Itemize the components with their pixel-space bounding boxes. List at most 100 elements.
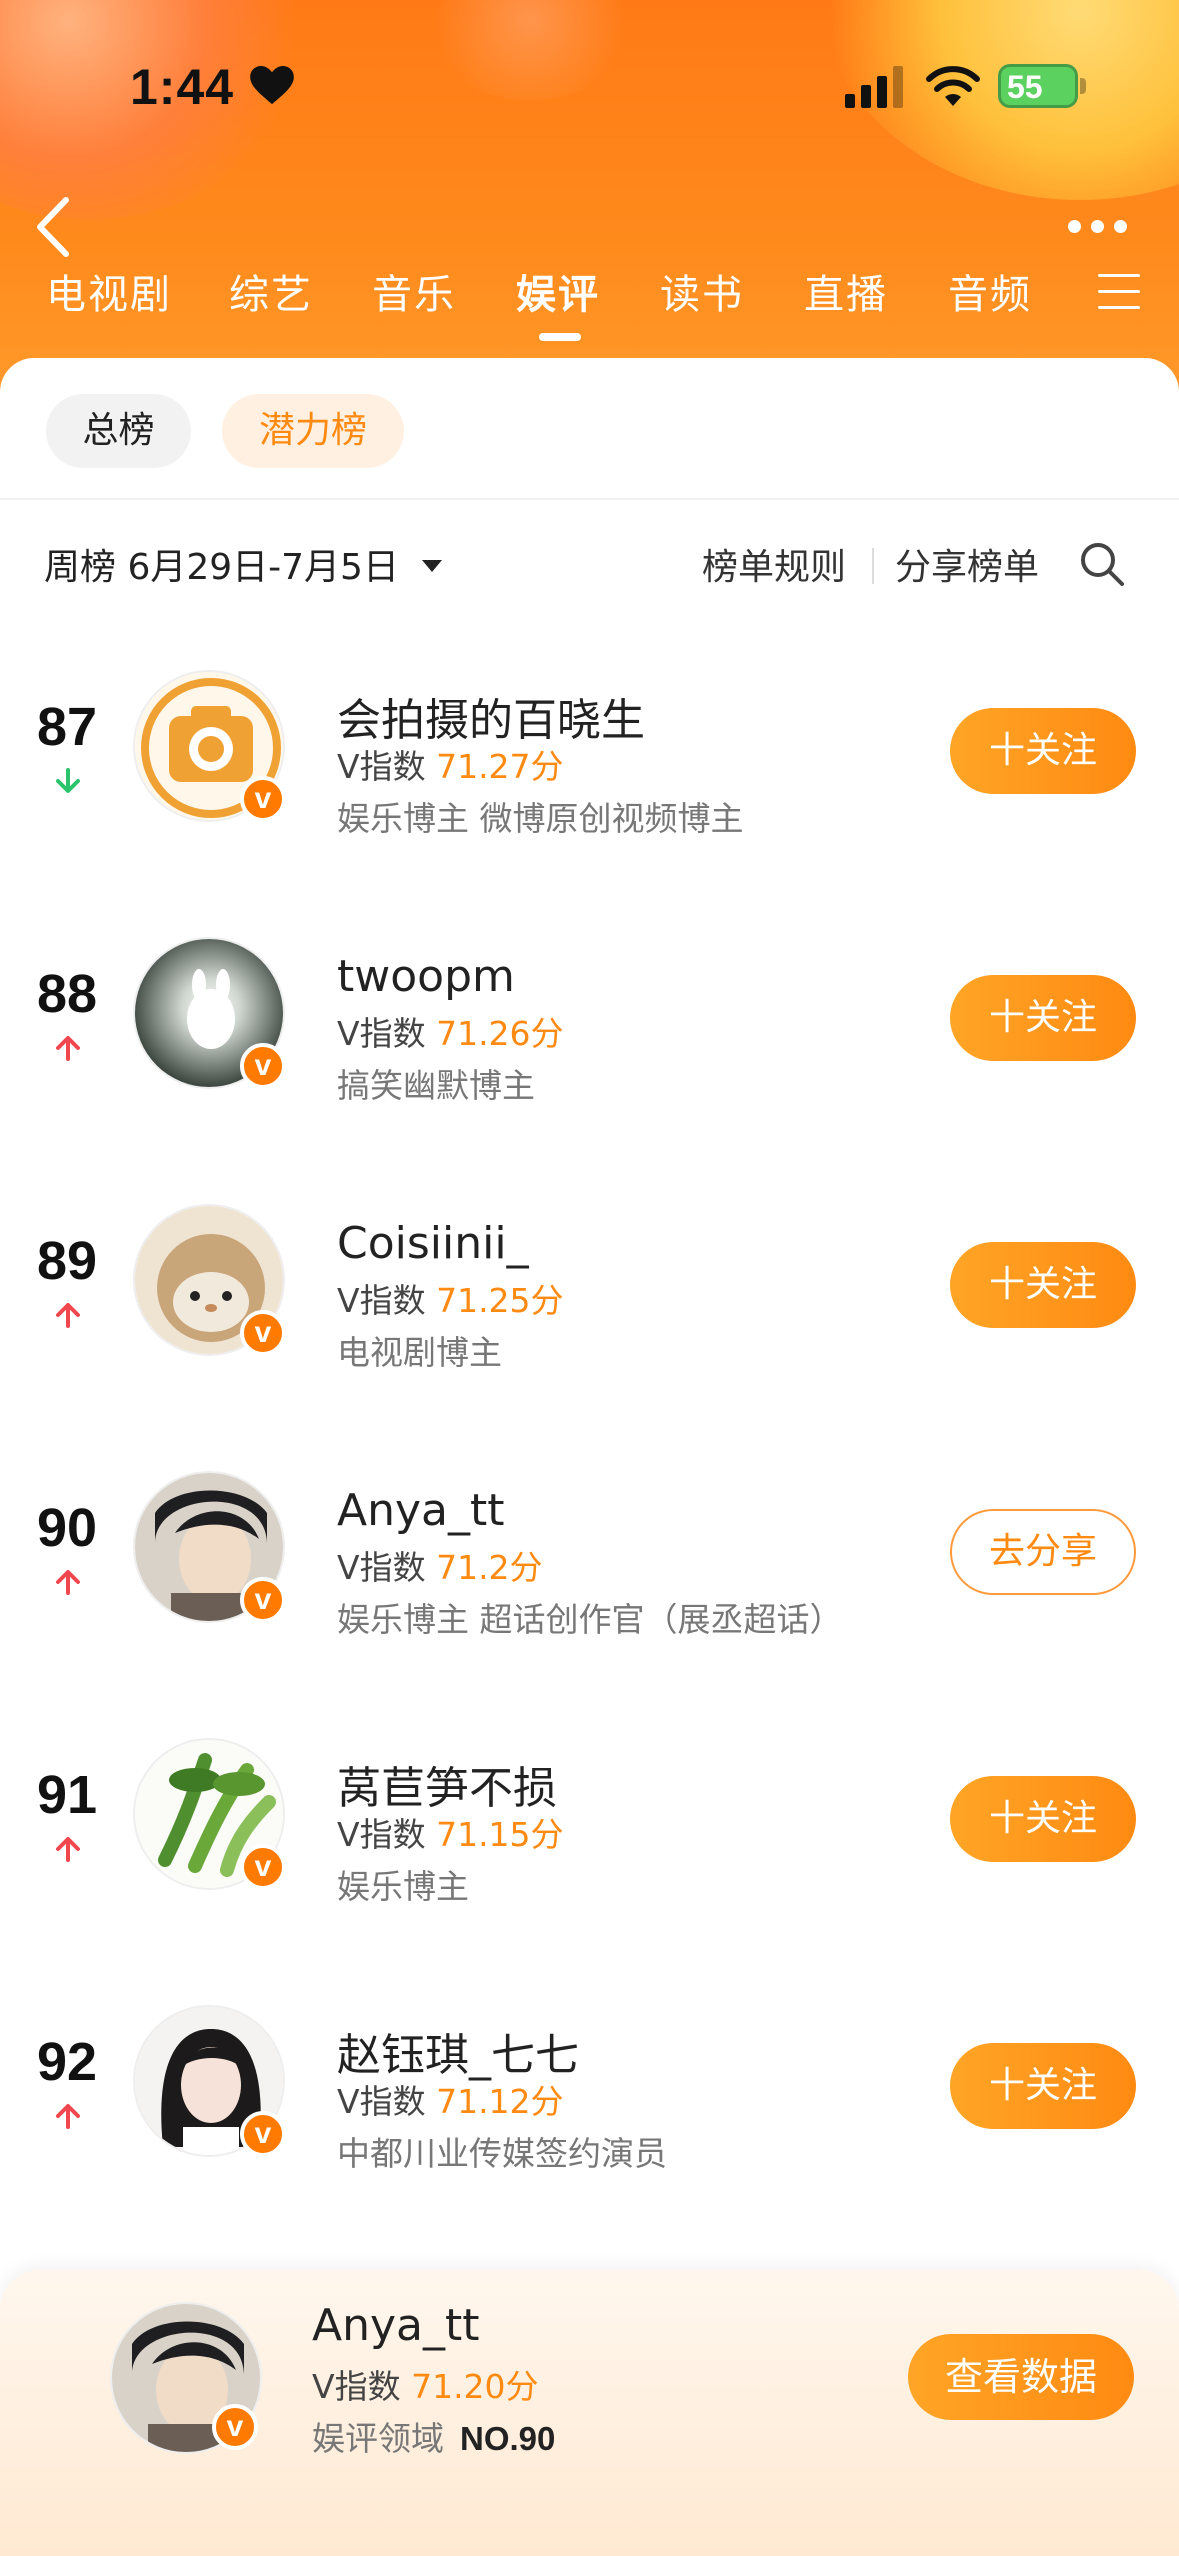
user-name[interactable]: 莴苣笋不损	[337, 1752, 557, 1816]
share-list-link[interactable]: 分享榜单	[895, 538, 1039, 590]
tab-entertainment-review[interactable]: 娱评	[516, 262, 600, 320]
score-value: 71.26分	[436, 1014, 564, 1053]
rank-number: 87	[36, 697, 98, 757]
sub-tab-potential[interactable]: 潜力榜	[222, 394, 404, 468]
list-item[interactable]: 87 v 会拍摄的百晓生 V指数 71.27分 娱乐博主 微博原创视频博主 十关…	[0, 648, 1179, 838]
trend-up-icon	[56, 1036, 80, 1061]
user-name[interactable]: 会拍摄的百晓生	[337, 684, 645, 748]
follow-button[interactable]: 十关注	[950, 2043, 1136, 2129]
score-line: V指数 71.12分	[337, 2075, 564, 2123]
header: 1:44 55 电视剧 综艺 音乐 娱评 读书 直播 音频	[0, 0, 1179, 400]
filter-row: 周榜 6月29日-7月5日 榜单规则 分享榜单	[0, 538, 1179, 598]
status-time: 1:44	[130, 59, 235, 115]
tab-music[interactable]: 音乐	[372, 262, 456, 320]
domain-label: 娱评领域	[312, 2419, 444, 2458]
my-domain-rank: 娱评领域 NO.90	[312, 2412, 555, 2460]
heart-icon	[250, 66, 294, 105]
score-label: V指数	[337, 1281, 426, 1320]
verified-badge-icon: v	[240, 1844, 286, 1890]
user-name[interactable]: 赵钰琪_七七	[337, 2019, 579, 2083]
tab-tv[interactable]: 电视剧	[46, 262, 172, 320]
list-item[interactable]: 92 v 赵钰琪_七七 V指数 71.12分 中都川业传媒签约演员 十关注	[0, 1983, 1179, 2173]
user-description: 中都川业传媒签约演员	[337, 2134, 667, 2173]
divider	[872, 548, 874, 584]
menu-icon[interactable]	[1098, 274, 1140, 310]
battery-nub	[1080, 78, 1086, 94]
my-score-line: V指数 71.20分	[312, 2360, 539, 2408]
score-line: V指数 71.2分	[337, 1541, 543, 1589]
verified-badge-icon: v	[240, 776, 286, 822]
battery-level: 55	[1007, 69, 1043, 105]
back-icon[interactable]	[28, 192, 78, 262]
category-tabs: 电视剧 综艺 音乐 娱评 读书 直播 音频	[0, 262, 1179, 352]
my-rank-bar: v Anya_tt V指数 71.20分 娱评领域 NO.90 查看数据	[0, 2270, 1179, 2556]
tab-reading[interactable]: 读书	[660, 262, 744, 320]
user-name[interactable]: twoopm	[337, 951, 515, 1002]
score-label: V指数	[312, 2367, 401, 2406]
follow-button[interactable]: 十关注	[950, 708, 1136, 794]
trend-up-icon	[56, 1303, 80, 1328]
my-rank-value: NO.90	[460, 2420, 556, 2457]
verified-badge-icon: v	[212, 2404, 258, 2450]
user-description: 娱乐博主	[337, 1867, 469, 1906]
user-name[interactable]: Anya_tt	[337, 1485, 505, 1536]
score-label: V指数	[337, 747, 426, 786]
divider	[0, 498, 1179, 500]
follow-button[interactable]: 十关注	[950, 1776, 1136, 1862]
score-label: V指数	[337, 1014, 426, 1053]
score-line: V指数 71.26分	[337, 1007, 564, 1055]
score-line: V指数 71.25分	[337, 1274, 564, 1322]
caret-down-icon[interactable]	[420, 558, 444, 574]
tab-live[interactable]: 直播	[804, 262, 888, 320]
wifi-icon	[926, 66, 980, 106]
battery-icon: 55	[998, 64, 1078, 108]
list-item[interactable]: 88 v twoopm V指数 71.26分 搞笑幽默博主 十关注	[0, 915, 1179, 1105]
rules-link[interactable]: 榜单规则	[702, 538, 846, 590]
share-button[interactable]: 去分享	[950, 1509, 1136, 1595]
score-line: V指数 71.15分	[337, 1808, 564, 1856]
trend-up-icon	[56, 1837, 80, 1862]
rank-number: 90	[36, 1498, 98, 1558]
follow-button[interactable]: 十关注	[950, 975, 1136, 1061]
score-value: 71.25分	[436, 1281, 564, 1320]
sub-tab-total[interactable]: 总榜	[46, 394, 191, 468]
follow-button[interactable]: 十关注	[950, 1242, 1136, 1328]
more-icon[interactable]	[1068, 218, 1138, 238]
verified-badge-icon: v	[240, 2111, 286, 2157]
score-label: V指数	[337, 1815, 426, 1854]
trend-up-icon	[56, 2104, 80, 2129]
tab-audio[interactable]: 音频	[948, 262, 1032, 320]
status-bar: 1:44 55	[0, 0, 1179, 175]
my-score-value: 71.20分	[411, 2367, 539, 2406]
rank-number: 91	[36, 1765, 98, 1825]
list-item[interactable]: 89 v Coisiinii_ V指数 71.25分 电视剧博主 十关注	[0, 1182, 1179, 1372]
score-label: V指数	[337, 1548, 426, 1587]
user-description: 娱乐博主 微博原创视频博主	[337, 799, 744, 838]
trend-down-icon	[56, 768, 80, 793]
score-value: 71.15分	[436, 1815, 564, 1854]
score-value: 71.27分	[436, 747, 564, 786]
score-label: V指数	[337, 2082, 426, 2121]
list-item[interactable]: 90 v Anya_tt V指数 71.2分 娱乐博主 超话创作官（展丞超话） …	[0, 1449, 1179, 1639]
my-name: Anya_tt	[312, 2300, 480, 2351]
verified-badge-icon: v	[240, 1577, 286, 1623]
rank-number: 89	[36, 1231, 98, 1291]
view-data-button[interactable]: 查看数据	[908, 2334, 1134, 2420]
user-description: 娱乐博主 超话创作官（展丞超话）	[337, 1600, 843, 1639]
verified-badge-icon: v	[240, 1043, 286, 1089]
trend-up-icon	[56, 1570, 80, 1595]
rank-number: 92	[36, 2032, 98, 2092]
week-selector[interactable]: 周榜 6月29日-7月5日	[44, 538, 399, 590]
signal-icon	[845, 66, 903, 108]
user-name[interactable]: Coisiinii_	[337, 1218, 529, 1269]
user-description: 搞笑幽默博主	[337, 1066, 535, 1105]
active-tab-indicator	[539, 333, 581, 341]
score-value: 71.2分	[436, 1548, 543, 1587]
verified-badge-icon: v	[240, 1310, 286, 1356]
list-item[interactable]: 91 v 莴苣笋不损 V指数 71.15分 娱乐博主 十关注	[0, 1716, 1179, 1906]
score-line: V指数 71.27分	[337, 740, 564, 788]
rank-number: 88	[36, 964, 98, 1024]
tab-variety[interactable]: 综艺	[229, 262, 313, 320]
score-value: 71.12分	[436, 2082, 564, 2121]
search-icon[interactable]	[1078, 540, 1126, 588]
